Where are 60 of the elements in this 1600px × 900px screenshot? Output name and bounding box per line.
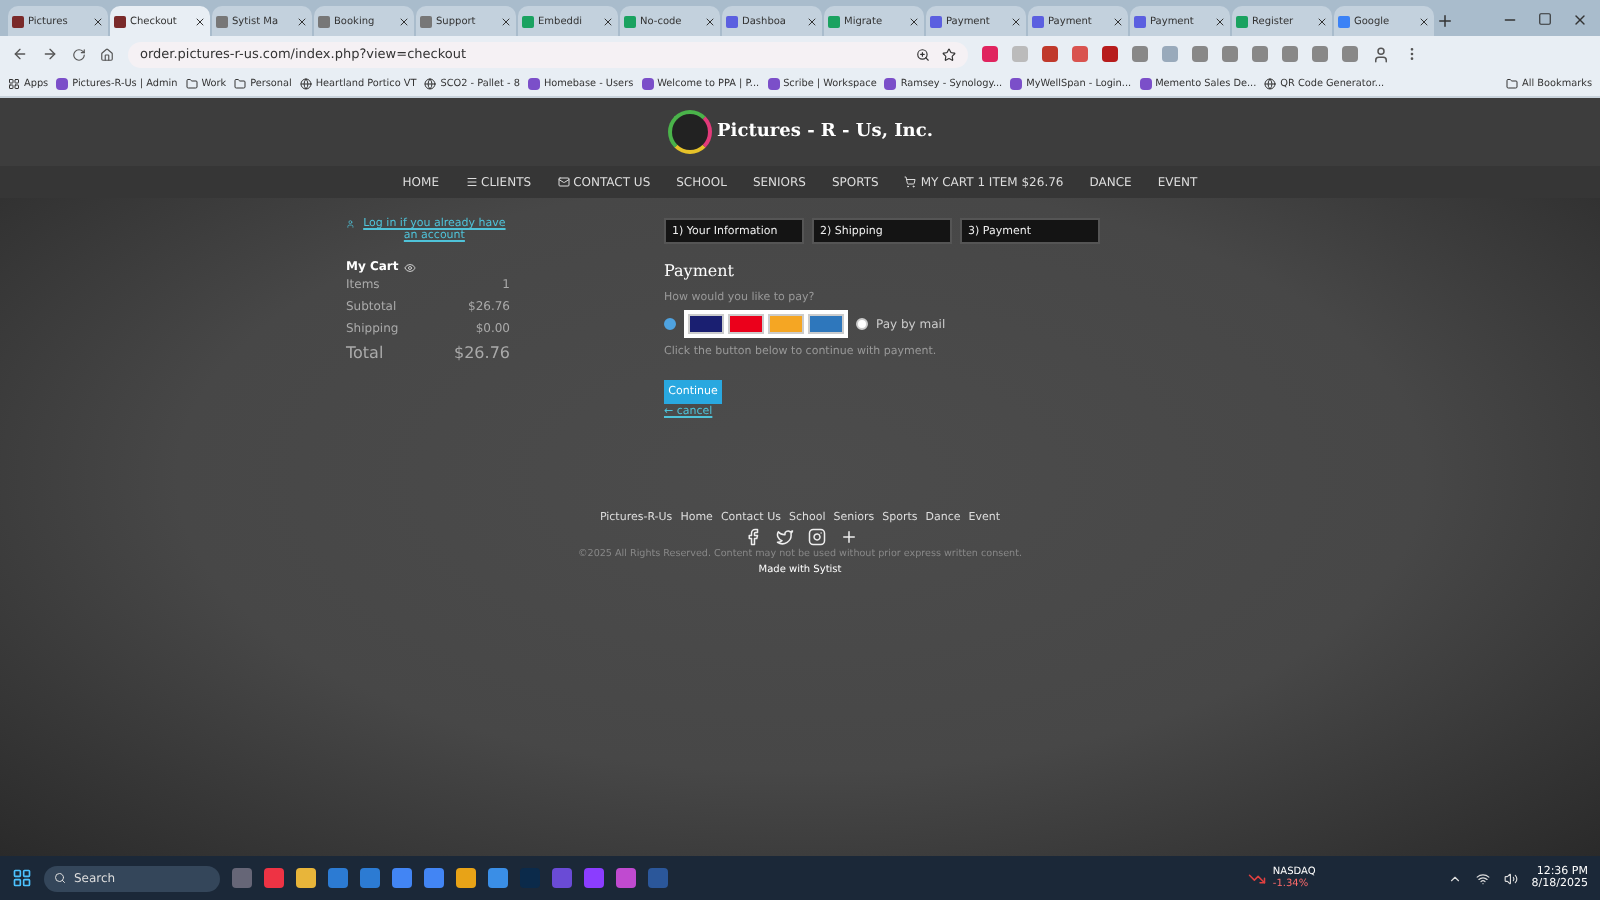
mail-icon (557, 176, 570, 188)
close-icon[interactable] (296, 15, 308, 27)
favicon-icon (767, 78, 780, 90)
maximize-icon[interactable] (1538, 12, 1552, 26)
user-icon (346, 218, 355, 230)
close-icon[interactable] (500, 15, 512, 27)
plus-icon[interactable] (839, 528, 857, 546)
wifi-icon[interactable] (1475, 871, 1490, 885)
grid-icon (8, 78, 20, 90)
profile-avatar-icon[interactable] (1372, 45, 1390, 63)
close-icon[interactable] (704, 15, 716, 27)
close-icon[interactable] (1572, 12, 1588, 28)
folder-icon (1506, 78, 1519, 90)
stock-down-icon (1248, 869, 1267, 887)
zoom-icon[interactable] (916, 47, 930, 61)
globe-icon (299, 78, 312, 90)
instagram-icon[interactable] (807, 528, 825, 546)
close-icon[interactable] (1010, 15, 1022, 27)
close-icon[interactable] (602, 15, 614, 27)
facebook-icon[interactable] (743, 528, 761, 546)
close-icon[interactable] (806, 15, 818, 27)
cart-value: $26.76 (454, 344, 510, 362)
close-icon[interactable] (398, 15, 410, 27)
close-icon[interactable] (1418, 15, 1430, 27)
favicon-icon (1139, 78, 1152, 90)
favicon-icon (884, 78, 897, 90)
volume-icon[interactable] (1503, 871, 1518, 885)
favicon-icon (56, 78, 69, 90)
reload-icon[interactable] (72, 47, 86, 61)
close-icon[interactable] (908, 15, 920, 27)
forward-icon[interactable] (42, 46, 58, 62)
start-icon[interactable] (12, 868, 32, 888)
back-icon[interactable] (12, 46, 28, 62)
radio-button[interactable] (856, 318, 868, 330)
new-tab-icon[interactable] (1436, 12, 1454, 30)
twitter-icon[interactable] (775, 528, 793, 546)
close-icon[interactable] (194, 15, 206, 27)
home-icon[interactable] (100, 47, 114, 61)
folder-icon (234, 78, 247, 90)
search-icon (54, 872, 66, 884)
radio-button[interactable] (664, 318, 676, 330)
eye-icon[interactable] (404, 261, 417, 273)
globe-icon (1264, 78, 1277, 90)
globe-icon (424, 78, 437, 90)
favicon-icon (1010, 78, 1023, 90)
cart-label: Total (346, 344, 384, 362)
close-icon[interactable] (1316, 15, 1328, 27)
close-icon[interactable] (1112, 15, 1124, 27)
logo-icon (667, 110, 712, 154)
menu-icon (465, 176, 477, 188)
site-brand[interactable]: Pictures - R - Us, Inc. (717, 122, 933, 142)
bookmark-star-icon[interactable] (942, 47, 956, 61)
favicon-icon (641, 78, 654, 90)
cart-icon (904, 176, 917, 188)
close-icon[interactable] (92, 15, 104, 27)
chevron-up-icon[interactable] (1447, 871, 1462, 885)
folder-icon (185, 78, 198, 90)
payment-heading: Payment (664, 262, 736, 280)
favicon-icon (527, 78, 540, 90)
close-icon[interactable] (1214, 15, 1226, 27)
